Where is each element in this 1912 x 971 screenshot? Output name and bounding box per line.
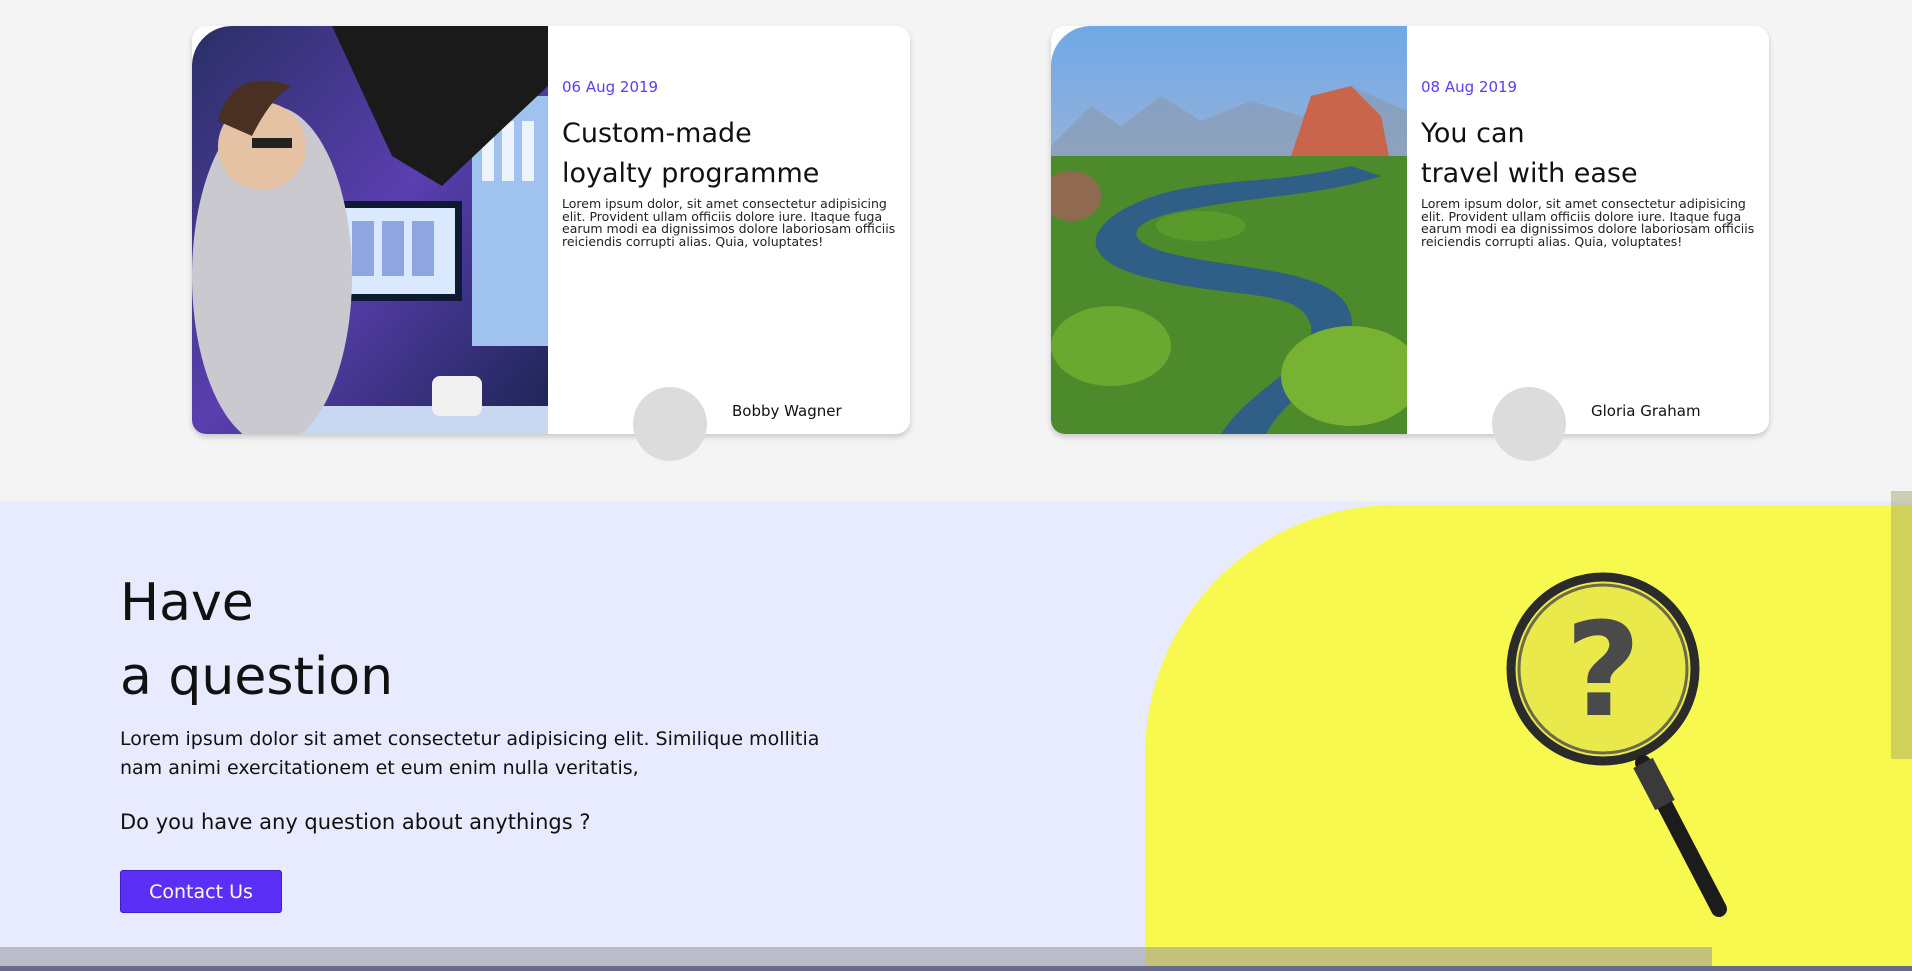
card-excerpt: Lorem ipsum dolor, sit amet consectetur … [1421,196,1755,249]
blog-card[interactable]: 08 Aug 2019 You can travel with ease Lor… [1051,26,1769,461]
section-heading: Have a question [120,566,393,714]
section-description: Lorem ipsum dolor sit amet consectetur a… [120,728,820,779]
question-section: ? Have a question Lorem ipsum dolor sit … [0,501,1912,971]
author-avatar [633,387,707,461]
svg-text:?: ? [1565,594,1640,746]
blog-cards-section: 06 Aug 2019 Custom-made loyalty programm… [0,0,1912,500]
card-title-line: You can [1421,118,1525,149]
card-date: 08 Aug 2019 [1421,78,1518,96]
card-image-river [1051,26,1407,434]
author-avatar [1492,387,1566,461]
author-name: Gloria Graham [1591,402,1701,420]
card-excerpt: Lorem ipsum dolor, sit amet consectetur … [562,196,896,249]
section-heading-line: Have [120,573,254,633]
horizontal-scrollbar[interactable] [0,947,1712,966]
card-title-line: loyalty programme [562,158,820,189]
card-title[interactable]: Custom-made loyalty programme [562,114,902,194]
vertical-scrollbar[interactable] [1891,491,1912,759]
card-image-office [192,26,548,434]
bottom-border [0,966,1912,971]
author-name: Bobby Wagner [732,402,842,420]
magnifier-question-image: ? [1145,505,1912,971]
blog-card[interactable]: 06 Aug 2019 Custom-made loyalty programm… [192,26,910,461]
card-title[interactable]: You can travel with ease [1421,114,1761,194]
card-title-line: Custom-made [562,118,752,149]
section-heading-line: a question [120,647,394,707]
section-question: Do you have any question about anythings… [120,810,591,834]
card-date: 06 Aug 2019 [562,78,659,96]
card-title-line: travel with ease [1421,158,1638,189]
contact-us-button[interactable]: Contact Us [120,870,282,913]
